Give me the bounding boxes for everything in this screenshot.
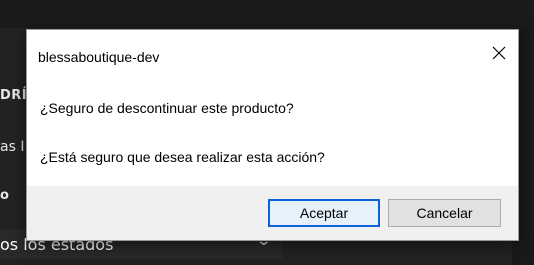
dialog-title: blessaboutique-dev (38, 49, 160, 65)
cancel-button[interactable]: Cancelar (388, 199, 501, 227)
close-icon (492, 46, 506, 60)
close-button[interactable] (488, 42, 510, 64)
accept-button[interactable]: Aceptar (268, 199, 380, 227)
dialog-question: ¿Seguro de descontinuar este producto? (40, 100, 294, 116)
confirm-dialog: blessaboutique-dev ¿Seguro de descontinu… (26, 29, 519, 241)
background-topbar (0, 0, 534, 28)
dialog-footer: Aceptar Cancelar (27, 186, 518, 240)
dialog-confirm-text: ¿Está seguro que desea realizar esta acc… (40, 149, 325, 165)
background-label-2: o (0, 188, 10, 203)
background-column-header: DRÍ (0, 88, 28, 103)
background-label: as I (0, 139, 25, 155)
